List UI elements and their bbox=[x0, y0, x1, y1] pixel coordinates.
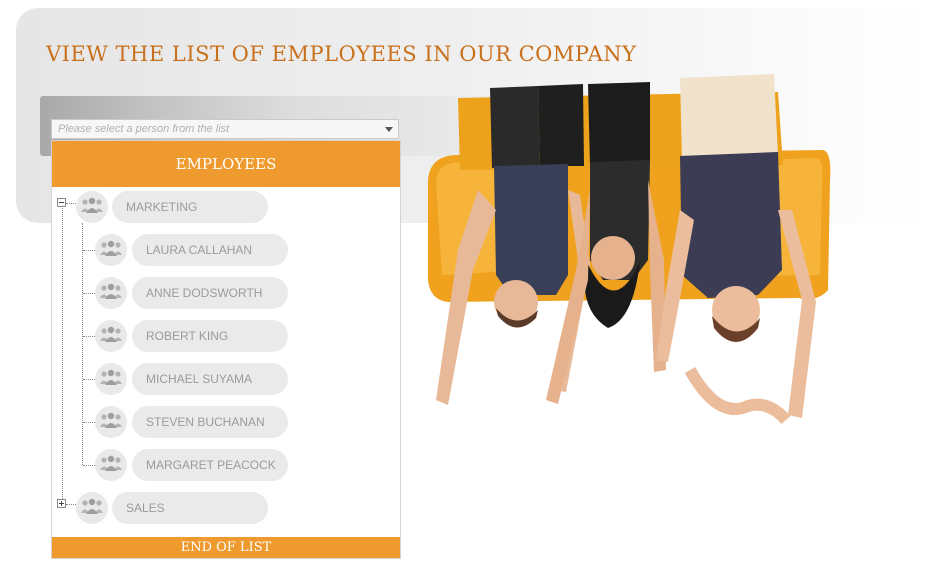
tree-connector bbox=[83, 250, 95, 251]
people-group-icon bbox=[95, 234, 127, 266]
people-group-icon bbox=[95, 449, 127, 481]
people-group-icon bbox=[95, 406, 127, 438]
people-group-icon bbox=[76, 492, 108, 524]
people-group-icon bbox=[95, 320, 127, 352]
panel-header: EMPLOYEES bbox=[52, 141, 400, 187]
employee-select[interactable]: Please select a person from the list bbox=[51, 119, 399, 139]
tree-guide bbox=[82, 223, 83, 465]
tree-connector bbox=[83, 465, 95, 466]
tree-connector bbox=[66, 203, 76, 204]
tree-node-sales[interactable]: SALES bbox=[112, 492, 268, 524]
employee-tree-panel: EMPLOYEES MARKETING LAURA CALLAHAN ANNE … bbox=[51, 140, 401, 559]
dropdown-arrow-icon[interactable] bbox=[385, 127, 393, 132]
tree-node-employee[interactable]: MICHAEL SUYAMA bbox=[132, 363, 288, 395]
tree-connector bbox=[83, 422, 95, 423]
tree-connector bbox=[66, 504, 76, 505]
tree-node-employee[interactable]: MARGARET PEACOCK bbox=[132, 449, 288, 481]
people-group-icon bbox=[95, 277, 127, 309]
tree-connector bbox=[83, 293, 95, 294]
tree-node-employee[interactable]: ROBERT KING bbox=[132, 320, 288, 352]
tree-node-employee[interactable]: STEVEN BUCHANAN bbox=[132, 406, 288, 438]
panel-footer: END OF LIST bbox=[52, 537, 400, 558]
page-title: VIEW THE LIST OF EMPLOYEES IN OUR COMPAN… bbox=[46, 42, 637, 66]
collapse-icon[interactable] bbox=[57, 198, 66, 207]
people-group-icon bbox=[95, 363, 127, 395]
tree-node-employee[interactable]: LAURA CALLAHAN bbox=[132, 234, 288, 266]
expand-icon[interactable] bbox=[57, 499, 66, 508]
select-placeholder: Please select a person from the list bbox=[58, 123, 230, 135]
people-on-sofa-photo bbox=[428, 74, 831, 425]
tree-node-employee[interactable]: ANNE DODSWORTH bbox=[132, 277, 288, 309]
tree-guide bbox=[62, 203, 63, 503]
tree-connector bbox=[83, 336, 95, 337]
tree-connector bbox=[83, 379, 95, 380]
people-group-icon bbox=[76, 191, 108, 223]
tree-node-marketing[interactable]: MARKETING bbox=[112, 191, 268, 223]
